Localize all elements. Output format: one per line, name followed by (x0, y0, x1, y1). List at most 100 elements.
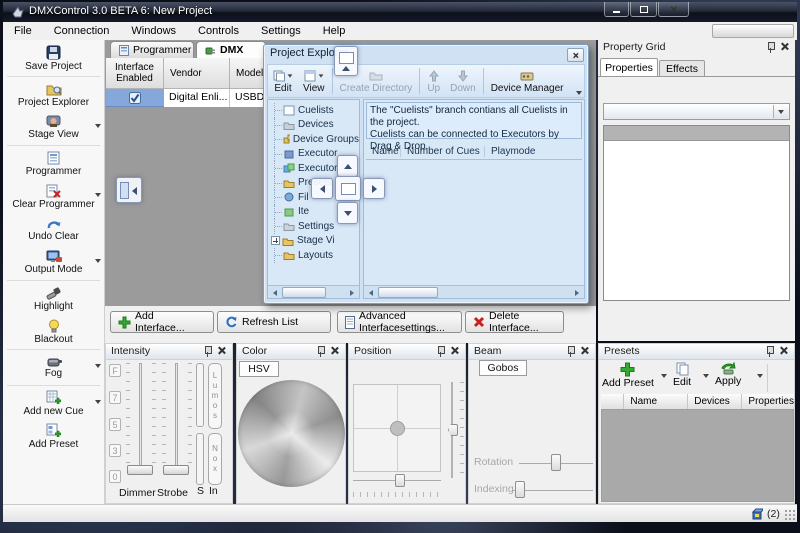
dmx-col-vendor[interactable]: Vendor (164, 58, 230, 89)
dropdown-arrow-icon[interactable] (661, 374, 667, 378)
pan-tilt-handle[interactable] (390, 421, 405, 436)
menu-help[interactable]: Help (312, 22, 357, 40)
scroll-left-icon[interactable] (269, 287, 281, 298)
panel-close-button[interactable] (217, 346, 228, 357)
interface-vendor-cell[interactable]: Digital Enli... (164, 89, 230, 107)
sidebar-item-output-mode[interactable]: Output Mode (3, 246, 104, 279)
scale-button-5[interactable]: 5 (109, 418, 121, 431)
col-name[interactable]: Name (624, 394, 688, 409)
scale-button-0[interactable]: 0 (109, 470, 121, 483)
indexing-slider-handle[interactable] (515, 481, 525, 498)
edit-preset-button[interactable]: Edit (673, 362, 691, 388)
tree-hscrollbar[interactable] (268, 285, 359, 298)
add-interface-button[interactable]: Add Interface... (110, 311, 214, 333)
dock-cluster-down[interactable] (337, 202, 358, 224)
menubar-blank-button[interactable] (712, 24, 794, 38)
add-preset-button[interactable]: Add Preset (602, 362, 654, 389)
s-bar-bottom[interactable] (196, 433, 204, 485)
combobox-dropdown-button[interactable] (773, 105, 788, 118)
scroll-right-icon[interactable] (346, 287, 358, 298)
dock-cluster-left[interactable] (311, 178, 333, 199)
interface-enabled-checkbox[interactable] (106, 89, 164, 107)
col-number-of-cues[interactable]: Number of Cues (400, 146, 480, 157)
rotation-slider-handle[interactable] (551, 454, 561, 471)
tree-item-devices[interactable]: Devices (268, 118, 359, 133)
dmx-col-interface-enabled[interactable]: Interface Enabled (106, 58, 164, 89)
dock-cluster-up[interactable] (337, 155, 358, 177)
dock-cluster-center[interactable] (335, 176, 361, 201)
pin-button[interactable] (765, 346, 776, 357)
minimize-button[interactable] (604, 2, 629, 17)
s-bar-top[interactable] (196, 363, 204, 427)
pan-slider[interactable] (353, 472, 441, 490)
project-explorer-close-button[interactable] (567, 48, 584, 62)
panel-close-button[interactable] (779, 346, 790, 357)
sidebar-item-fog[interactable]: Fog (3, 351, 104, 384)
menu-settings[interactable]: Settings (250, 22, 312, 40)
rotation-slider[interactable] (519, 454, 593, 472)
tree-expander-icon[interactable] (271, 236, 280, 245)
pin-button[interactable] (566, 346, 577, 357)
close-button[interactable] (658, 2, 689, 17)
tree-item-layouts[interactable]: Layouts (268, 248, 359, 263)
panel-close-button[interactable] (580, 346, 591, 357)
scroll-left-icon[interactable] (365, 287, 377, 298)
apply-preset-button[interactable]: Apply (715, 362, 741, 387)
scale-button-full[interactable]: F (109, 364, 121, 377)
dropdown-arrow-icon[interactable] (95, 193, 101, 197)
dropdown-arrow-icon[interactable] (757, 374, 763, 378)
menu-file[interactable]: File (3, 22, 43, 40)
maximize-button[interactable] (630, 2, 657, 17)
edit-button[interactable]: Edit (268, 65, 298, 97)
pin-button[interactable] (316, 346, 327, 357)
pin-button[interactable] (203, 346, 214, 357)
hsv-color-wheel[interactable] (238, 380, 345, 487)
dropdown-arrow-icon[interactable] (95, 364, 101, 368)
tree-item-stage-views[interactable]: Stage Vi (268, 234, 359, 249)
col-playmode[interactable]: Playmode (484, 146, 535, 157)
scrollbar-thumb[interactable] (378, 287, 438, 298)
move-down-button[interactable]: Down (445, 65, 481, 97)
sidebar-item-undo-clear[interactable]: Undo Clear (3, 213, 104, 246)
menu-windows[interactable]: Windows (120, 22, 187, 40)
col-devices[interactable]: Devices (688, 394, 742, 409)
indexing-slider[interactable] (513, 481, 593, 499)
lumos-button[interactable]: Lumos (208, 363, 222, 429)
panel-close-button[interactable] (780, 42, 791, 53)
sidebar-item-add-preset[interactable]: Add Preset (3, 420, 104, 453)
pin-button[interactable] (766, 42, 777, 53)
tab-effects[interactable]: Effects (659, 60, 705, 76)
sidebar-item-save-project[interactable]: Save Project (3, 42, 104, 75)
sidebar-item-blackout[interactable]: Blackout (3, 315, 104, 348)
sidebar-item-stage-view[interactable]: Stage View (3, 111, 104, 144)
panel-close-button[interactable] (330, 346, 341, 357)
tab-properties[interactable]: Properties (600, 58, 658, 76)
panel-close-button[interactable] (450, 346, 461, 357)
pan-slider-handle[interactable] (395, 474, 405, 487)
dock-target-top[interactable] (334, 46, 358, 76)
sidebar-item-add-new-cue[interactable]: Add new Cue (3, 387, 104, 420)
dock-target-left[interactable] (116, 177, 142, 203)
delete-interface-button[interactable]: Delete Interface... (465, 311, 564, 333)
col-blank[interactable] (601, 394, 624, 409)
network-status-icon[interactable] (751, 508, 763, 520)
resize-grip[interactable] (784, 509, 795, 520)
dropdown-arrow-icon[interactable] (95, 124, 101, 128)
scroll-right-icon[interactable] (571, 287, 583, 298)
pin-button[interactable] (436, 346, 447, 357)
sidebar-item-clear-programmer[interactable]: Clear Programmer (3, 180, 104, 213)
property-target-combobox[interactable] (603, 103, 790, 120)
tab-gobos[interactable]: Gobos (479, 360, 527, 376)
scale-button-3[interactable]: 3 (109, 444, 121, 457)
menu-connection[interactable]: Connection (43, 22, 121, 40)
dimmer-fader-handle[interactable] (127, 465, 153, 475)
pan-tilt-pad[interactable] (353, 384, 441, 472)
view-button[interactable]: View (298, 65, 330, 97)
cuelist-hscrollbar[interactable] (364, 285, 584, 298)
col-name[interactable]: Name (372, 146, 399, 157)
tilt-slider-handle[interactable] (448, 424, 458, 436)
sidebar-item-project-explorer[interactable]: Project Explorer (3, 78, 104, 111)
dropdown-arrow-icon[interactable] (95, 259, 101, 263)
nox-button[interactable]: Nox (208, 433, 222, 485)
dock-cluster-right[interactable] (363, 178, 385, 199)
